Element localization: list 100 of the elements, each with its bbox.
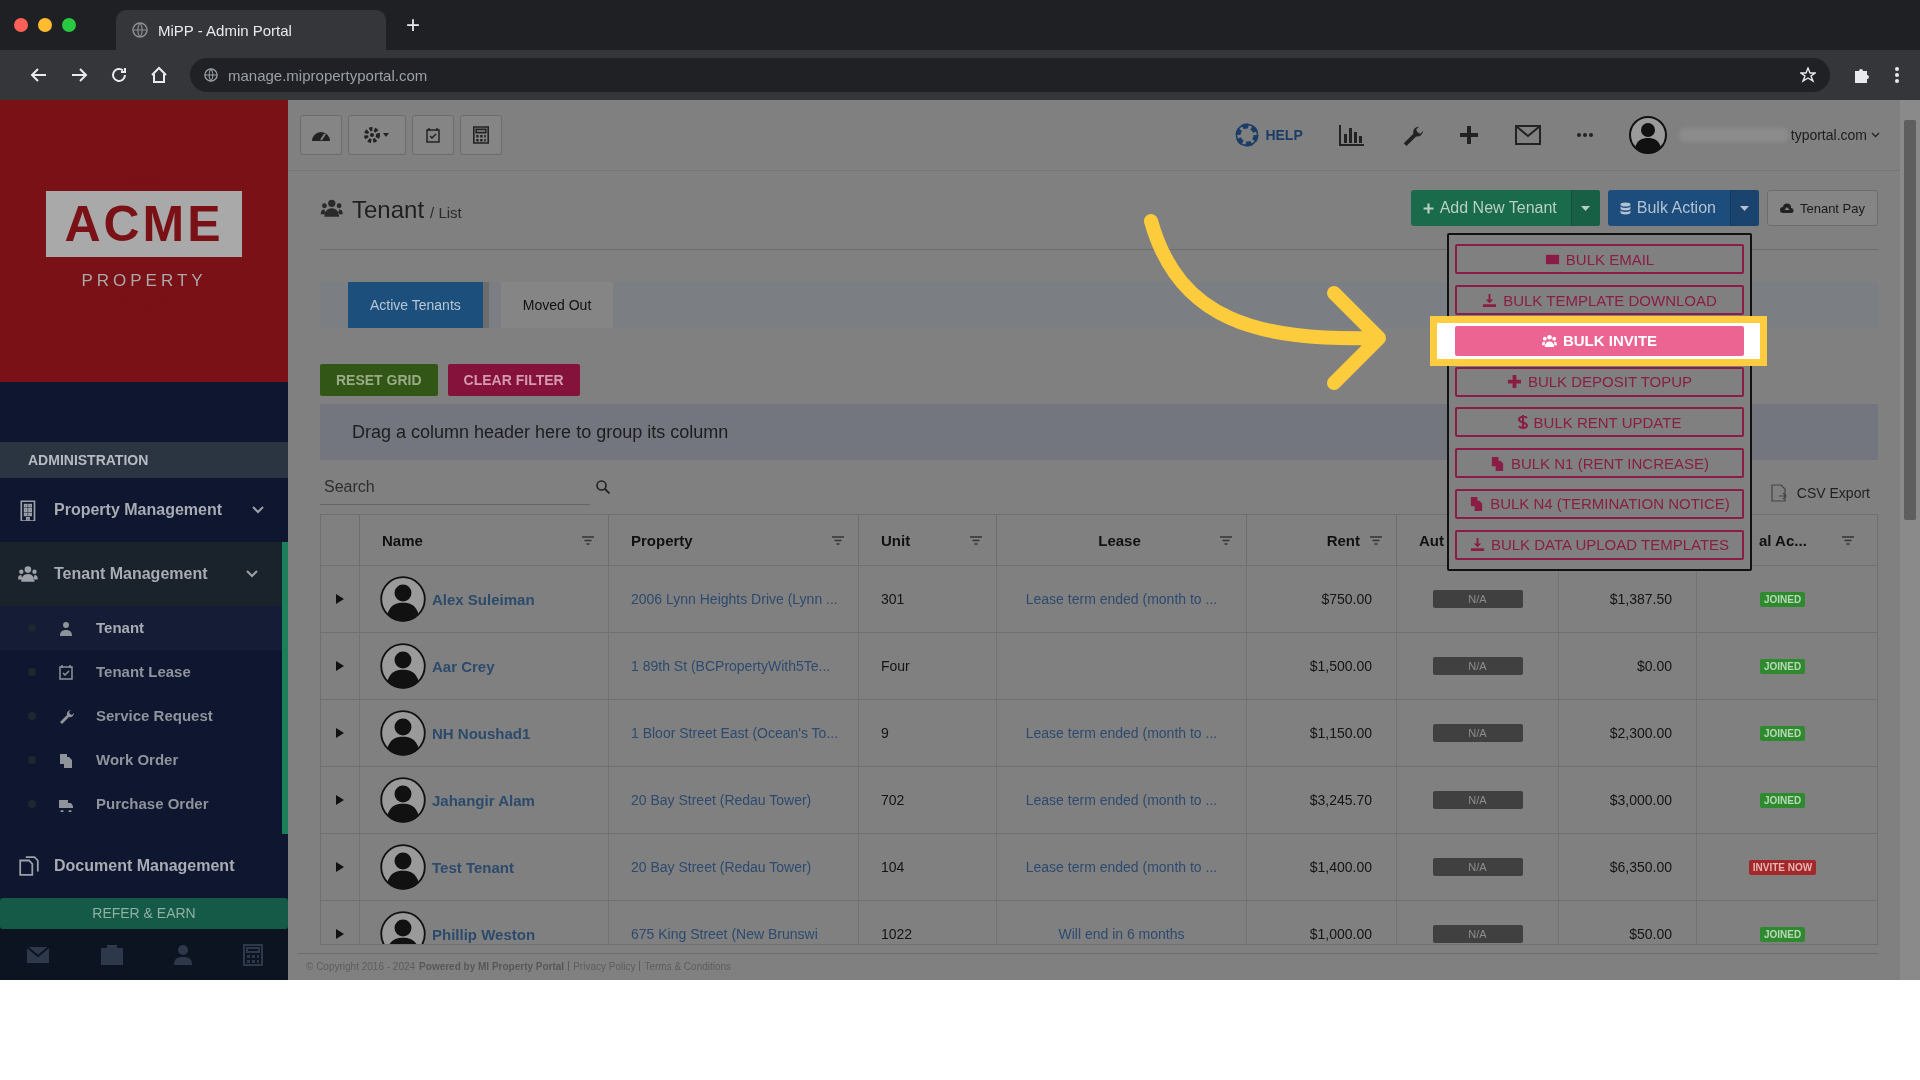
close-window-icon[interactable] — [14, 18, 28, 32]
bookmark-star-icon[interactable] — [1800, 67, 1816, 83]
expand-row-icon[interactable] — [336, 862, 344, 872]
property-link[interactable]: 20 Bay Street (Redau Tower) — [631, 859, 812, 875]
expand-row-icon[interactable] — [336, 594, 344, 604]
bar-chart-icon[interactable] — [1338, 124, 1365, 146]
calendar-button[interactable] — [412, 115, 454, 155]
documents-icon — [1469, 496, 1485, 512]
nav-subitem[interactable]: Work Order — [0, 737, 282, 782]
expand-row-icon[interactable] — [336, 795, 344, 805]
tab[interactable]: Moved Out — [500, 282, 614, 328]
menu-item[interactable]: BULK DEPOSIT TOPUP — [1455, 366, 1744, 397]
dashboard-button[interactable] — [300, 115, 342, 155]
property-link[interactable]: 1 89th St (BCPropertyWith5Te... — [631, 658, 831, 674]
back-icon[interactable] — [30, 66, 48, 84]
nav-item[interactable]: Tenant Management — [0, 541, 282, 606]
group-hint: Drag a column header here to group its column — [352, 421, 729, 443]
minimize-window-icon[interactable] — [38, 18, 52, 32]
nav-subitem[interactable]: Tenant — [0, 605, 282, 650]
menu-item[interactable]: BULK DATA UPLOAD TEMPLATES — [1455, 529, 1744, 560]
search-field[interactable]: Search — [320, 469, 590, 505]
menu-item[interactable]: BULK N4 (TERMINATION NOTICE) — [1455, 488, 1744, 519]
search-icon[interactable] — [596, 480, 610, 494]
home-icon[interactable] — [150, 66, 168, 84]
expand-row-icon[interactable] — [336, 661, 344, 671]
dropdown-toggle[interactable] — [1729, 190, 1759, 226]
database-icon — [1619, 201, 1631, 215]
table-cell: 104 — [881, 859, 905, 875]
csv-export-button[interactable]: CSV Export — [1770, 484, 1870, 502]
documents-icon — [18, 854, 40, 877]
settings-button[interactable] — [348, 115, 406, 155]
status-badge: N/A — [1432, 925, 1523, 943]
table-cell: 1022 — [881, 926, 913, 942]
property-link[interactable]: 20 Bay Street (Redau Tower) — [631, 792, 812, 808]
more-icon[interactable] — [1576, 133, 1593, 137]
avatar-icon — [380, 576, 426, 622]
scrollbar[interactable] — [1900, 100, 1920, 980]
column-header[interactable]: Name — [382, 531, 582, 549]
table-cell: 9 — [881, 725, 889, 741]
browser-tab[interactable]: MiPP - Admin Portal — [116, 10, 386, 50]
property-link[interactable]: 675 King Street (New Brunswi — [631, 926, 818, 942]
property-link[interactable]: 2006 Lynn Heights Drive (Lynn ... — [631, 591, 838, 607]
calendar-check-icon — [58, 663, 74, 680]
status-badge: N/A — [1432, 791, 1523, 809]
refer-and-earn-button[interactable]: REFER & EARN — [0, 897, 288, 929]
tenant-name-link[interactable]: Phillip Weston — [432, 925, 536, 943]
filter-icon[interactable] — [832, 535, 844, 545]
settings-icon — [364, 127, 390, 143]
address-bar[interactable]: manage.mipropertyportal.com — [190, 58, 1830, 92]
column-header[interactable]: Rent — [1269, 531, 1370, 549]
table-cell: $1,500.00 — [1309, 658, 1372, 674]
menu-item[interactable]: BULK INVITE — [1455, 325, 1744, 356]
expand-row-icon[interactable] — [336, 929, 344, 939]
filter-icon[interactable] — [582, 535, 594, 545]
help-link[interactable]: HELP — [1235, 123, 1303, 147]
mail-icon[interactable] — [1514, 125, 1541, 145]
tenant-name-link[interactable]: Test Tenant — [432, 858, 514, 876]
account-menu[interactable]: typortal.com — [1790, 127, 1880, 143]
reload-icon[interactable] — [110, 66, 128, 84]
lifebuoy-icon — [1235, 123, 1260, 147]
menu-item[interactable]: BULK TEMPLATE DOWNLOAD — [1455, 285, 1744, 316]
calculator-button[interactable] — [460, 115, 502, 155]
expand-row-icon[interactable] — [336, 728, 344, 738]
menu-item[interactable]: BULK RENT UPDATE — [1455, 407, 1744, 438]
tenant-name-link[interactable]: Aar Crey — [432, 657, 495, 675]
more-options-icon[interactable] — [1894, 66, 1900, 84]
forward-icon[interactable] — [70, 66, 88, 84]
property-link[interactable]: 1 Bloor Street East (Ocean's To... — [631, 725, 839, 741]
status-badge: N/A — [1432, 724, 1523, 742]
table-cell: $1,387.50 — [1609, 591, 1672, 607]
tenant-name-link[interactable]: Jahangir Alam — [432, 791, 535, 809]
nav-item[interactable]: Document Management — [0, 833, 288, 898]
nav-subitem[interactable]: Tenant Lease — [0, 649, 282, 694]
column-header[interactable]: Lease — [1019, 531, 1220, 549]
nav-subitem[interactable]: Purchase Order — [0, 781, 282, 826]
invite-now-button[interactable]: INVITE NOW — [1748, 859, 1817, 875]
column-header[interactable]: al Ac... — [1759, 531, 1842, 549]
plus-icon[interactable] — [1458, 125, 1479, 145]
tenant-pay-button[interactable]: Tenant Pay — [1766, 190, 1878, 226]
filter-icon[interactable] — [970, 535, 982, 545]
menu-item[interactable]: BULK EMAIL — [1455, 244, 1744, 275]
nav-subitem[interactable]: Service Request — [0, 693, 282, 738]
dropdown-toggle[interactable] — [1570, 190, 1600, 226]
tab[interactable]: Active Tenants — [348, 282, 489, 328]
avatar-icon[interactable] — [1628, 116, 1667, 154]
filter-icon[interactable] — [1370, 535, 1382, 545]
column-header[interactable]: Property — [631, 531, 832, 549]
filter-icon[interactable] — [1842, 535, 1854, 545]
menu-item[interactable]: BULK N1 (RENT INCREASE) — [1455, 448, 1744, 479]
filter-icon[interactable] — [1220, 535, 1232, 545]
nav-item[interactable]: Property Management — [0, 477, 288, 542]
tenant-name-link[interactable]: NH Noushad1 — [432, 724, 531, 742]
table-cell: $3,000.00 — [1609, 792, 1672, 808]
reset-grid-button[interactable]: RESET GRID — [320, 364, 438, 396]
clear-filter-button[interactable]: CLEAR FILTER — [447, 364, 580, 396]
new-tab-button[interactable]: + — [406, 11, 420, 39]
column-header[interactable]: Unit — [881, 531, 970, 549]
tenant-name-link[interactable]: Alex Suleiman — [432, 590, 535, 608]
joined-badge: JOINED — [1759, 658, 1806, 674]
maximize-window-icon[interactable] — [62, 18, 76, 32]
